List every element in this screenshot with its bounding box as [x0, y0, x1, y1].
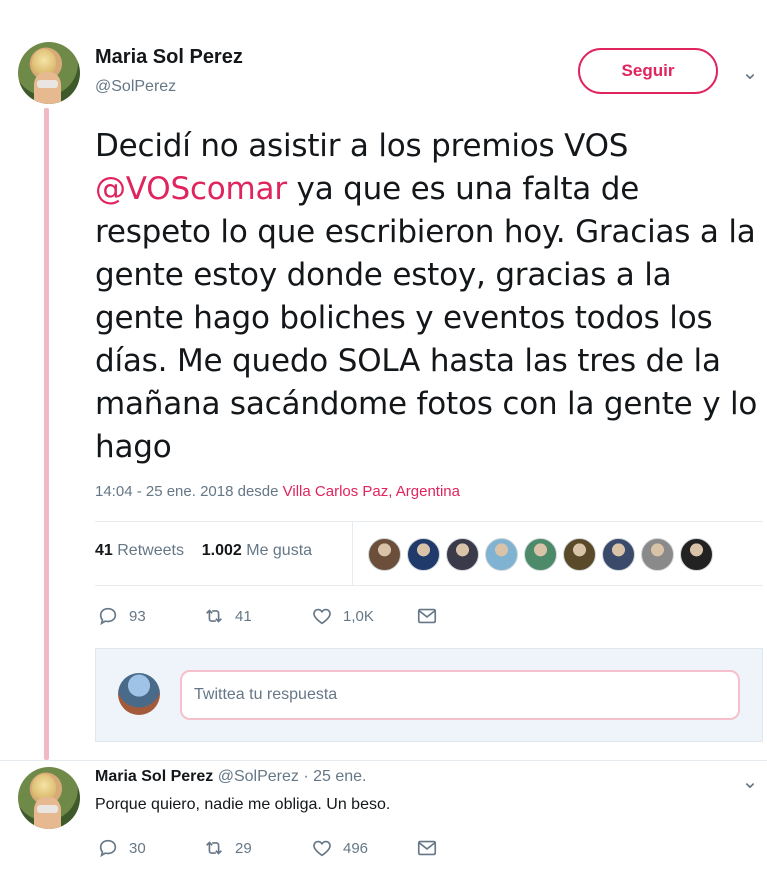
reply-count: 30	[129, 839, 146, 857]
reply-action[interactable]: 30	[97, 837, 146, 859]
heart-icon	[313, 840, 331, 857]
follow-button[interactable]: Seguir	[578, 48, 718, 94]
reply-text: Porque quiero, nadie me obliga. Un beso.	[95, 796, 391, 813]
liker-avatar[interactable]	[485, 538, 518, 571]
heart-icon	[313, 608, 331, 625]
message-action[interactable]	[416, 837, 438, 859]
reply-action[interactable]: 93	[97, 605, 146, 627]
likes-count: 1.002	[201, 542, 242, 559]
timestamp[interactable]: 14:04 - 25 ene. 2018 desde	[95, 483, 283, 500]
author-avatar[interactable]	[18, 42, 80, 104]
current-user-avatar	[118, 673, 160, 715]
retweet-icon	[206, 609, 222, 623]
envelope-icon	[417, 840, 437, 856]
liker-avatar[interactable]	[446, 538, 479, 571]
liker-avatar[interactable]	[680, 538, 713, 571]
retweet-count: 29	[235, 839, 252, 857]
avatar-top	[36, 805, 59, 813]
reply-handle-time[interactable]: @SolPerez · 25 ene.	[218, 768, 367, 785]
chevron-down-icon[interactable]: ⌄	[739, 62, 761, 84]
retweet-icon	[206, 841, 222, 855]
location-link[interactable]: Villa Carlos Paz, Argentina	[283, 483, 460, 500]
engagement-stats: 41 Retweets 1.002 Me gusta	[95, 542, 312, 560]
retweet-count: 41	[235, 607, 252, 625]
mention-link[interactable]: @VOScomar	[95, 171, 287, 207]
liker-avatar[interactable]	[602, 538, 635, 571]
message-action[interactable]	[416, 605, 438, 627]
reply-author-name[interactable]: Maria Sol Perez	[95, 768, 213, 785]
divider	[95, 521, 763, 522]
like-count: 496	[343, 839, 369, 857]
like-action[interactable]: 496	[311, 837, 368, 859]
author-handle[interactable]: @SolPerez	[95, 78, 176, 96]
liker-avatar[interactable]	[641, 538, 674, 571]
liker-avatar[interactable]	[524, 538, 557, 571]
reply-count: 93	[129, 607, 146, 625]
likes-label: Me gusta	[246, 542, 313, 559]
thread-line	[44, 108, 49, 760]
like-action[interactable]: 1,0K	[311, 605, 374, 627]
liker-avatar[interactable]	[563, 538, 596, 571]
likers-avatars	[368, 538, 713, 571]
likes-stat[interactable]: 1.002 Me gusta	[202, 542, 312, 559]
tweet-text-part: Decidí no asistir a los premios VOS	[95, 128, 629, 164]
reply-input[interactable]: Twittea tu respuesta	[180, 670, 740, 720]
author-name[interactable]: Maria Sol Perez	[95, 46, 243, 69]
avatar-top	[36, 80, 59, 88]
tweet-meta: 14:04 - 25 ene. 2018 desde Villa Carlos …	[95, 483, 460, 500]
stats-separator	[352, 522, 353, 585]
reply-icon	[99, 607, 117, 626]
retweets-label: Retweets	[117, 542, 184, 559]
divider	[95, 585, 763, 586]
retweet-action[interactable]: 41	[203, 605, 252, 627]
like-count: 1,0K	[343, 607, 374, 625]
liker-avatar[interactable]	[368, 538, 401, 571]
divider	[0, 760, 767, 761]
reply-header: Maria Sol Perez @SolPerez · 25 ene.	[95, 768, 367, 786]
retweet-action[interactable]: 29	[203, 837, 252, 859]
tweet-text-part: ya que es una falta de respeto lo que es…	[95, 171, 758, 465]
tweet-text: Decidí no asistir a los premios VOS @VOS…	[95, 125, 760, 469]
reply-author-avatar[interactable]	[18, 767, 80, 829]
retweets-stat[interactable]: 41 Retweets	[95, 542, 184, 559]
envelope-icon	[417, 608, 437, 624]
chevron-down-icon[interactable]: ⌄	[739, 771, 761, 793]
reply-icon	[99, 839, 117, 858]
liker-avatar[interactable]	[407, 538, 440, 571]
retweets-count: 41	[95, 542, 113, 559]
